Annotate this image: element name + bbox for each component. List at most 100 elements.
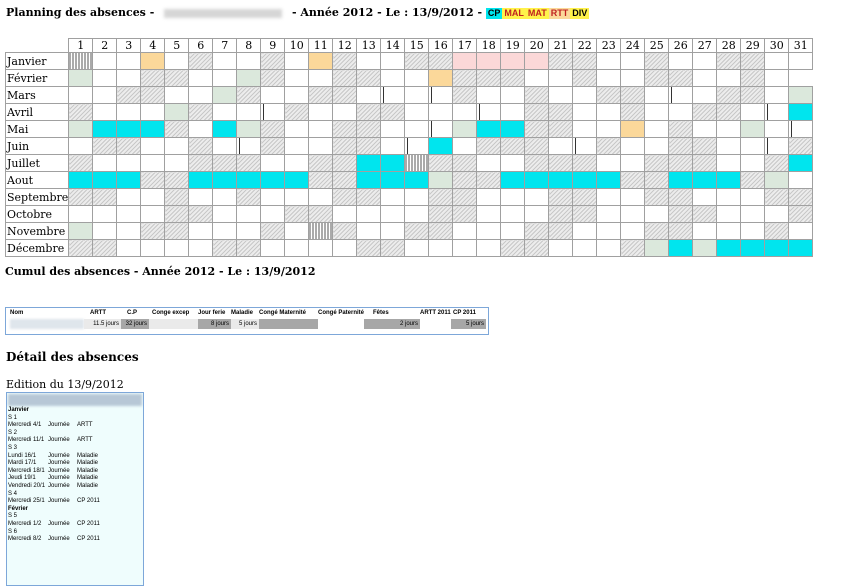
day-cell[interactable] bbox=[260, 154, 286, 172]
day-cell[interactable] bbox=[260, 239, 286, 257]
day-cell[interactable] bbox=[620, 239, 646, 257]
day-cell[interactable] bbox=[500, 239, 526, 257]
day-cell[interactable] bbox=[596, 188, 622, 206]
day-cell[interactable] bbox=[332, 154, 358, 172]
day-cell[interactable] bbox=[620, 154, 646, 172]
day-cell[interactable] bbox=[500, 205, 526, 223]
day-cell[interactable] bbox=[572, 69, 598, 87]
day-cell[interactable] bbox=[788, 103, 814, 121]
day-cell[interactable] bbox=[524, 86, 550, 104]
day-cell[interactable] bbox=[260, 205, 286, 223]
day-cell[interactable] bbox=[692, 69, 718, 87]
day-cell[interactable] bbox=[356, 103, 382, 121]
day-cell[interactable] bbox=[236, 103, 262, 121]
day-cell[interactable] bbox=[548, 222, 574, 240]
day-cell[interactable] bbox=[308, 120, 334, 138]
day-cell[interactable] bbox=[428, 137, 454, 155]
day-cell[interactable] bbox=[452, 222, 478, 240]
day-cell[interactable] bbox=[668, 239, 694, 257]
day-cell[interactable] bbox=[140, 69, 166, 87]
day-cell[interactable] bbox=[92, 205, 118, 223]
day-cell[interactable] bbox=[164, 222, 190, 240]
day-cell[interactable] bbox=[692, 188, 718, 206]
day-cell[interactable] bbox=[572, 154, 598, 172]
day-cell[interactable] bbox=[140, 222, 166, 240]
day-cell[interactable] bbox=[380, 137, 406, 155]
day-cell[interactable] bbox=[692, 154, 718, 172]
day-cell[interactable] bbox=[596, 171, 622, 189]
day-cell[interactable] bbox=[764, 154, 790, 172]
day-cell[interactable] bbox=[164, 137, 190, 155]
day-cell[interactable] bbox=[572, 120, 598, 138]
day-cell[interactable] bbox=[476, 239, 502, 257]
day-cell[interactable] bbox=[380, 222, 406, 240]
day-cell[interactable] bbox=[332, 222, 358, 240]
day-cell[interactable] bbox=[548, 69, 574, 87]
day-cell[interactable] bbox=[572, 137, 598, 155]
day-cell[interactable] bbox=[476, 120, 502, 138]
day-cell[interactable] bbox=[68, 222, 94, 240]
day-cell[interactable] bbox=[548, 137, 574, 155]
day-cell[interactable] bbox=[284, 154, 310, 172]
day-cell[interactable] bbox=[212, 69, 238, 87]
day-cell[interactable] bbox=[116, 86, 142, 104]
day-cell[interactable] bbox=[668, 86, 694, 104]
day-cell[interactable] bbox=[236, 171, 262, 189]
day-cell[interactable] bbox=[524, 52, 550, 70]
day-cell[interactable] bbox=[716, 120, 742, 138]
day-cell[interactable] bbox=[452, 239, 478, 257]
day-cell[interactable] bbox=[92, 69, 118, 87]
day-cell[interactable] bbox=[212, 103, 238, 121]
day-cell[interactable] bbox=[548, 103, 574, 121]
day-cell[interactable] bbox=[332, 205, 358, 223]
day-cell[interactable] bbox=[140, 103, 166, 121]
day-cell[interactable] bbox=[308, 137, 334, 155]
day-cell[interactable] bbox=[68, 103, 94, 121]
day-cell[interactable] bbox=[284, 239, 310, 257]
day-cell[interactable] bbox=[740, 137, 766, 155]
day-cell[interactable] bbox=[404, 120, 430, 138]
day-cell[interactable] bbox=[308, 188, 334, 206]
day-cell[interactable] bbox=[356, 188, 382, 206]
day-cell[interactable] bbox=[212, 188, 238, 206]
day-cell[interactable] bbox=[332, 137, 358, 155]
day-cell[interactable] bbox=[524, 222, 550, 240]
day-cell[interactable] bbox=[356, 86, 382, 104]
day-cell[interactable] bbox=[644, 171, 670, 189]
day-cell[interactable] bbox=[524, 69, 550, 87]
day-cell[interactable] bbox=[260, 69, 286, 87]
day-cell[interactable] bbox=[644, 137, 670, 155]
day-cell[interactable] bbox=[356, 137, 382, 155]
day-cell[interactable] bbox=[332, 239, 358, 257]
day-cell[interactable] bbox=[620, 69, 646, 87]
day-cell[interactable] bbox=[476, 222, 502, 240]
day-cell[interactable] bbox=[140, 171, 166, 189]
day-cell[interactable] bbox=[716, 171, 742, 189]
day-cell[interactable] bbox=[476, 188, 502, 206]
day-cell[interactable] bbox=[740, 103, 766, 121]
day-cell[interactable] bbox=[236, 188, 262, 206]
day-cell[interactable] bbox=[452, 205, 478, 223]
day-cell[interactable] bbox=[740, 205, 766, 223]
day-cell[interactable] bbox=[164, 120, 190, 138]
day-cell[interactable] bbox=[668, 171, 694, 189]
day-cell[interactable] bbox=[236, 137, 262, 155]
day-cell[interactable] bbox=[644, 69, 670, 87]
day-cell[interactable] bbox=[524, 205, 550, 223]
day-cell[interactable] bbox=[260, 171, 286, 189]
day-cell[interactable] bbox=[356, 69, 382, 87]
day-cell[interactable] bbox=[452, 69, 478, 87]
day-cell[interactable] bbox=[308, 86, 334, 104]
day-cell[interactable] bbox=[212, 171, 238, 189]
day-cell[interactable] bbox=[500, 103, 526, 121]
day-cell[interactable] bbox=[524, 154, 550, 172]
day-cell[interactable] bbox=[68, 205, 94, 223]
day-cell[interactable] bbox=[740, 239, 766, 257]
day-cell[interactable] bbox=[764, 120, 790, 138]
day-cell[interactable] bbox=[284, 52, 310, 70]
day-cell[interactable] bbox=[356, 222, 382, 240]
day-cell[interactable] bbox=[476, 69, 502, 87]
day-cell[interactable] bbox=[236, 205, 262, 223]
day-cell[interactable] bbox=[260, 86, 286, 104]
day-cell[interactable] bbox=[692, 205, 718, 223]
